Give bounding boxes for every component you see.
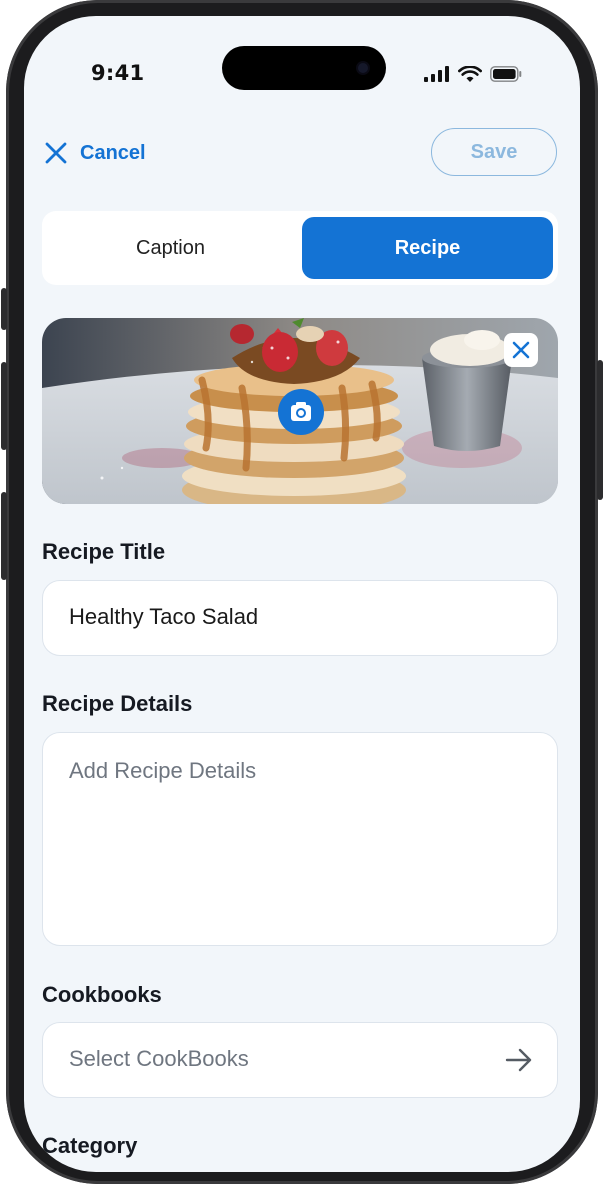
volume-up-button xyxy=(1,362,7,450)
volume-down-button xyxy=(1,492,7,580)
status-time: 9:41 xyxy=(91,61,145,85)
remove-photo-button[interactable] xyxy=(504,333,538,367)
close-icon xyxy=(45,142,67,164)
camera-icon xyxy=(291,402,311,421)
save-button[interactable]: Save xyxy=(431,128,557,176)
cookbooks-placeholder: Select CookBooks xyxy=(69,1046,249,1071)
recipe-details-label: Recipe Details xyxy=(42,691,193,716)
recipe-details-placeholder: Add Recipe Details xyxy=(69,758,257,783)
signal-icon xyxy=(424,66,449,82)
battery-icon xyxy=(490,66,522,82)
front-camera xyxy=(358,63,368,73)
close-icon xyxy=(512,341,530,359)
recipe-title-label: Recipe Title xyxy=(42,539,166,564)
content-type-segmented-control: Caption Recipe xyxy=(42,211,558,285)
silent-switch xyxy=(1,288,7,330)
recipe-title-input[interactable]: Healthy Taco Salad xyxy=(42,580,558,656)
recipe-details-textarea[interactable]: Add Recipe Details xyxy=(42,732,558,946)
cookbooks-label: Cookbooks xyxy=(42,982,162,1007)
cancel-label: Cancel xyxy=(80,141,146,164)
power-button xyxy=(597,360,603,500)
category-label: Category xyxy=(42,1133,138,1158)
dynamic-island xyxy=(222,46,386,90)
phone-screen: 9:41 Cancel Save Caption Recipe Recipe T… xyxy=(24,16,580,1172)
recipe-title-value: Healthy Taco Salad xyxy=(69,604,259,629)
status-icons xyxy=(424,64,522,84)
wifi-icon xyxy=(458,65,482,82)
cookbooks-select[interactable]: Select CookBooks xyxy=(42,1022,558,1098)
tab-recipe[interactable]: Recipe xyxy=(302,217,553,279)
arrow-right-icon xyxy=(505,1048,532,1072)
change-photo-button[interactable] xyxy=(278,389,324,435)
tab-caption[interactable]: Caption xyxy=(45,217,296,279)
cancel-button[interactable]: Cancel xyxy=(44,138,146,168)
